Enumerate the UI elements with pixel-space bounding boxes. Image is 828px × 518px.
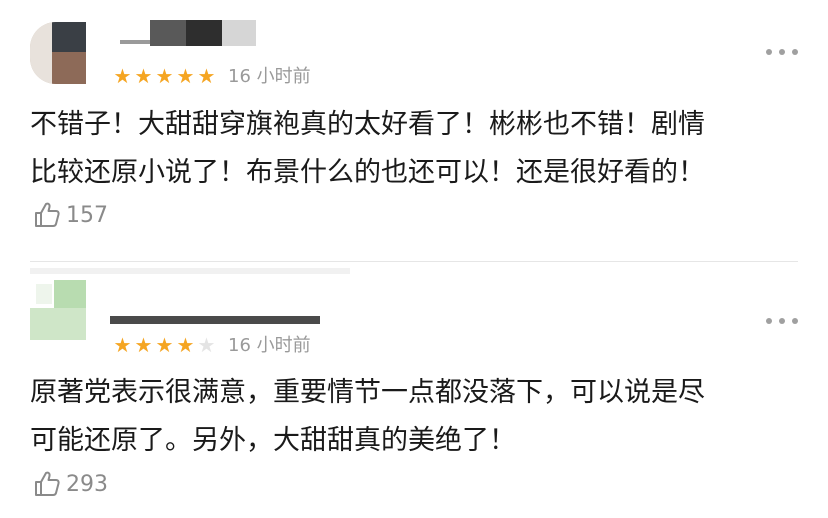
review-line: 比较还原小说了！布景什么的也还可以！还是很好看的！ [30, 157, 705, 188]
review-line: 可能还原了。另外，大甜甜真的美绝了！ [30, 425, 516, 456]
star-icon: ★ [134, 64, 153, 88]
review-line: 原著党表示很满意，重要情节一点都没落下，可以说是尽 [30, 377, 705, 408]
review-card: ★ ★ ★ ★ ★ 16 小时前 原著党表示很满意，重要情节一点都没落下，可以说… [0, 262, 828, 518]
star-icon: ★ [113, 333, 132, 357]
star-icon: ★ [197, 333, 216, 357]
like-button[interactable]: 293 [32, 469, 108, 499]
star-icon: ★ [155, 64, 174, 88]
review-content: 不错子！大甜甜穿旗袍真的太好看了！彬彬也不错！剧情 比较还原小说了！布景什么的也… [30, 101, 805, 197]
username-redacted [110, 308, 320, 326]
thumbs-up-icon [35, 471, 60, 496]
username-redacted [110, 20, 260, 46]
star-icon: ★ [176, 333, 195, 357]
star-icon: ★ [113, 64, 132, 88]
thumbs-up-icon [35, 202, 60, 227]
like-count: 157 [66, 202, 108, 228]
review-content: 原著党表示很满意，重要情节一点都没落下，可以说是尽 可能还原了。另外，大甜甜真的… [30, 369, 805, 465]
star-icon: ★ [197, 64, 216, 88]
star-icon: ★ [134, 333, 153, 357]
avatar[interactable] [30, 22, 86, 84]
like-button[interactable]: 157 [32, 200, 108, 230]
review-card: ★ ★ ★ ★ ★ 16 小时前 不错子！大甜甜穿旗袍真的太好看了！彬彬也不错！… [0, 0, 828, 262]
like-count: 293 [66, 471, 108, 497]
timestamp: 16 小时前 [228, 335, 311, 356]
more-dots-icon[interactable] [766, 317, 798, 325]
star-rating: ★ ★ ★ ★ ★ [112, 66, 217, 86]
avatar[interactable] [30, 278, 86, 340]
star-rating: ★ ★ ★ ★ ★ [112, 335, 217, 355]
timestamp: 16 小时前 [228, 66, 311, 87]
star-icon: ★ [155, 333, 174, 357]
star-icon: ★ [176, 64, 195, 88]
more-dots-icon[interactable] [766, 48, 798, 56]
review-line: 不错子！大甜甜穿旗袍真的太好看了！彬彬也不错！剧情 [30, 109, 705, 140]
